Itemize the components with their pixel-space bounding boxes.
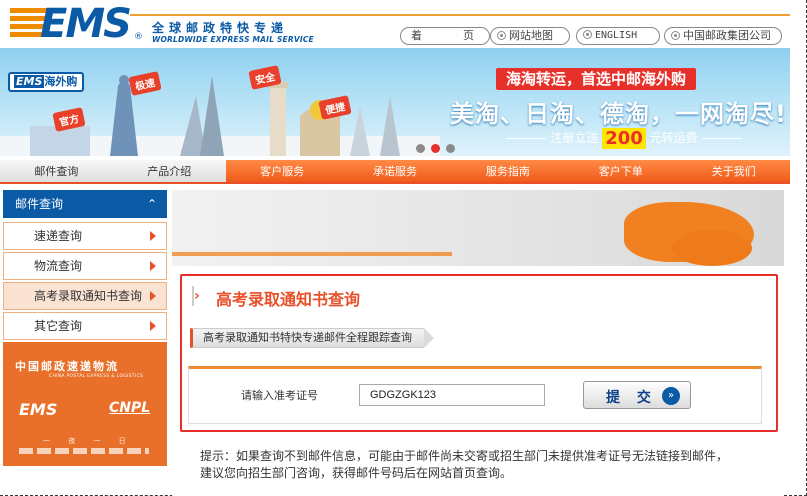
arrow-right-icon xyxy=(150,261,156,271)
sitemap-link[interactable]: 网站地图 xyxy=(490,27,570,45)
sidebar-item-label: 其它查询 xyxy=(34,319,83,333)
banner-subline: 注册立送 200 元转运费 xyxy=(464,128,784,149)
haiwaigou-badge: EMS 海外购 xyxy=(8,72,84,92)
trucks-icon xyxy=(19,448,149,454)
set-homepage-link[interactable]: 着 页 xyxy=(400,27,490,45)
logo-text: EMS xyxy=(40,1,132,47)
promo-cn: 中国邮政速递物流 xyxy=(15,360,119,373)
gaokao-query-panel: › 高考录取通知书查询 高考录取通知书特快专递邮件全程跟踪查询 请输入准考证号 … xyxy=(180,274,778,432)
carousel-dot-active[interactable] xyxy=(431,144,440,153)
main-content: › 高考录取通知书查询 高考录取通知书特快专递邮件全程跟踪查询 请输入准考证号 … xyxy=(172,190,784,496)
badge-text: 海外购 xyxy=(44,75,78,88)
china-map-shape xyxy=(672,230,752,266)
nav-guide[interactable]: 服务指南 xyxy=(451,160,565,182)
sidebar-header-label: 邮件查询 xyxy=(15,197,64,211)
carousel-dots xyxy=(416,142,461,156)
hint-line-1: 提示：如果查询不到邮件信息，可能由于邮件尚未交寄或招生部门未提供准考证号无法链接… xyxy=(200,449,729,463)
site-header: EMS ® 全球邮政特快专递 WORLDWIDE EXPRESS MAIL SE… xyxy=(0,0,790,48)
english-label: ENGLISH xyxy=(595,30,638,41)
exam-number-input[interactable]: GDGZGK123 xyxy=(359,384,545,406)
sidebar-item-gaokao[interactable]: 高考录取通知书查询 xyxy=(3,282,167,310)
double-chevron-right-icon: » xyxy=(662,387,680,405)
sidebar-item-label: 速递查询 xyxy=(34,229,83,243)
sidebar-header[interactable]: 邮件查询 ⌃ xyxy=(3,190,167,218)
hint-line-2: 建议您向招生部门咨询，获得邮件号码后在网站首页查询。 xyxy=(200,466,513,480)
sidebar-item-other[interactable]: 其它查询 xyxy=(3,312,167,340)
group-company-label: 中国邮政集团公司 xyxy=(683,29,771,42)
registered-mark: ® xyxy=(134,32,143,42)
nav-commitment[interactable]: 承诺服务 xyxy=(338,160,452,182)
hint-text: 提示：如果查询不到邮件信息，可能由于邮件尚未交寄或招生部门未提供准考证号无法链接… xyxy=(200,448,760,482)
slogan-cn: 全球邮政特快专递 xyxy=(152,21,289,35)
section-subtitle: 高考录取通知书特快专递邮件全程跟踪查询 xyxy=(190,328,434,348)
nav-products[interactable]: 产品介绍 xyxy=(112,160,226,182)
sidebar-item-logistics[interactable]: 物流查询 xyxy=(3,252,167,280)
decor-stripe xyxy=(172,252,452,256)
exam-number-label: 请输入准考证号 xyxy=(241,389,318,402)
sidebar-item-express[interactable]: 速递查询 xyxy=(3,222,167,250)
sidebar-item-label: 高考录取通知书查询 xyxy=(34,289,143,303)
bullet-icon xyxy=(671,31,680,40)
sidebar: 邮件查询 ⌃ 速递查询 物流查询 高考录取通知书查询 其它查询 中国邮政速递物流… xyxy=(0,190,170,496)
bullet-icon xyxy=(583,30,592,39)
carousel-dot[interactable] xyxy=(446,144,455,153)
banner-headline: 海淘转运，首选中邮海外购 xyxy=(496,68,696,90)
chevron-right-icon: › xyxy=(194,288,200,304)
promo-cnpl-logo: CNPL xyxy=(109,400,151,416)
set-homepage-label-b: 页 xyxy=(463,29,474,42)
query-form: 请输入准考证号 GDGZGK123 提 交 » xyxy=(188,366,762,424)
ems-logo[interactable]: EMS ® xyxy=(10,1,143,47)
arrow-right-icon xyxy=(150,291,156,301)
banner-sub-post: 元转运费 xyxy=(649,131,698,145)
promo-ems-logo: EMS xyxy=(19,400,58,419)
slogan-en: WORLDWIDE EXPRESS MAIL SERVICE xyxy=(152,35,314,44)
nav-about-us[interactable]: 关于我们 xyxy=(677,160,791,182)
english-link[interactable]: ENGLISH xyxy=(576,27,660,45)
promo-en: CHINA POSTAL EXPRESS & LOGISTICS xyxy=(49,374,144,379)
carousel-dot[interactable] xyxy=(416,144,425,153)
arrow-right-icon xyxy=(150,231,156,241)
set-homepage-label-a: 着 xyxy=(411,29,422,42)
badge-ems: EMS xyxy=(14,75,45,88)
nav-place-order[interactable]: 客户下单 xyxy=(564,160,678,182)
arrow-right-icon xyxy=(150,321,156,331)
group-company-link[interactable]: 中国邮政集团公司 xyxy=(664,27,782,45)
chevron-up-icon: ⌃ xyxy=(146,197,157,211)
map-banner xyxy=(172,190,784,266)
banner-sub-num: 200 xyxy=(602,128,646,149)
cnpl-promo[interactable]: 中国邮政速递物流 CHINA POSTAL EXPRESS & LOGISTIC… xyxy=(3,342,167,466)
banner-sub-pre: 注册立送 xyxy=(550,131,599,145)
nav-mail-query[interactable]: 邮件查询 xyxy=(0,160,113,182)
sitemap-label: 网站地图 xyxy=(509,29,553,42)
sidebar-item-label: 物流查询 xyxy=(34,259,83,273)
slogan: 全球邮政特快专递 WORLDWIDE EXPRESS MAIL SERVICE xyxy=(152,22,314,45)
banner-main-text: 美淘、日淘、德淘，一网淘尽! xyxy=(450,100,787,128)
promo-banner[interactable]: EMS 海外购 官方 极速 安全 便捷 海淘转运，首选中邮海外购 美淘、日淘、德淘… xyxy=(0,48,790,156)
header-rule xyxy=(130,14,790,16)
page-title: 高考录取通知书查询 xyxy=(216,290,361,309)
bullet-icon xyxy=(497,31,506,40)
nav-customer-service[interactable]: 客户服务 xyxy=(225,160,339,182)
main-nav: 邮件查询 产品介绍 客户服务 承诺服务 服务指南 客户下单 关于我们 xyxy=(0,160,791,184)
promo-footer: 一 夜 一 日 xyxy=(43,437,134,445)
submit-label: 提 交 xyxy=(606,390,657,406)
submit-button[interactable]: 提 交 » xyxy=(583,381,691,409)
